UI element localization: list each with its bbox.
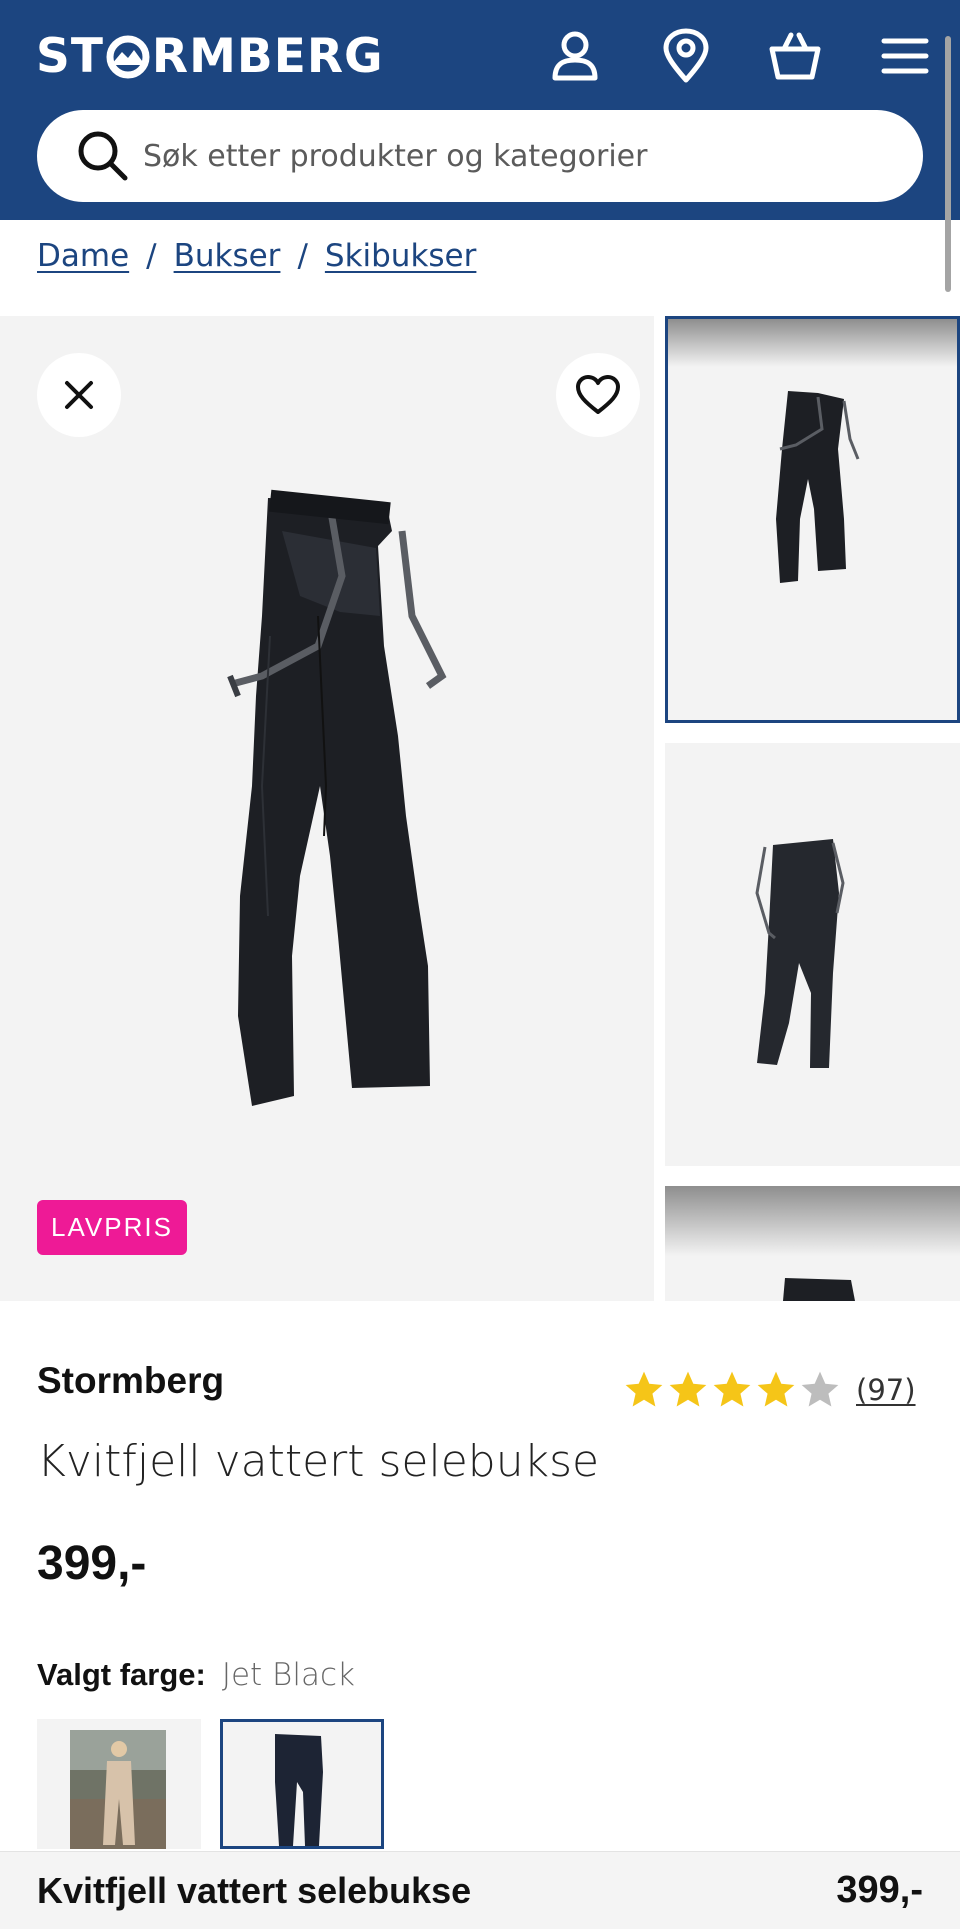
color-swatch-beige-image <box>70 1730 166 1849</box>
thumbnail-pants-back <box>755 839 845 1068</box>
rating-stars <box>622 1368 842 1412</box>
thumbnail-shade <box>668 319 957 367</box>
account-icon[interactable] <box>545 26 605 86</box>
selected-color-value: Jet Black <box>221 1657 355 1693</box>
cart-icon[interactable] <box>765 26 825 86</box>
search-input[interactable] <box>143 138 863 174</box>
gallery-thumbnail-1[interactable] <box>665 316 960 723</box>
ski-pants-image <box>227 489 447 1106</box>
logo-mark-icon <box>106 35 150 79</box>
breadcrumb-separator: / <box>297 238 308 274</box>
gallery-thumbnail-2[interactable] <box>665 743 960 1166</box>
heart-icon <box>576 375 620 414</box>
sticky-product-name: Kvitfjell vattert selebukse <box>37 1869 472 1911</box>
page-scrollbar[interactable] <box>945 36 951 292</box>
gallery-thumbnail-3[interactable] <box>665 1186 960 1301</box>
thumbnail-pants-front <box>776 391 860 583</box>
logo-text-start: ST <box>36 28 104 84</box>
selected-color: Valgt farge: Jet Black <box>37 1657 355 1693</box>
logo-text-end: RMBERG <box>151 28 384 84</box>
product-title: Kvitfjell vattert selebukse <box>37 1436 600 1487</box>
breadcrumb-link-bukser[interactable]: Bukser <box>174 238 281 274</box>
color-swatch-beige[interactable] <box>37 1719 201 1849</box>
breadcrumb-link-dame[interactable]: Dame <box>37 238 129 274</box>
star-filled-icon <box>757 1371 795 1407</box>
sticky-product-price: 399,- <box>836 1869 923 1911</box>
color-swatch-jet-black-image <box>275 1734 323 1846</box>
search-icon <box>78 131 128 181</box>
search-bar[interactable] <box>37 110 923 202</box>
product-price: 399,- <box>37 1537 147 1590</box>
breadcrumb: Dame / Bukser / Skibukser <box>37 236 476 276</box>
star-filled-icon <box>625 1371 663 1407</box>
breadcrumb-link-skibukser[interactable]: Skibukser <box>325 238 477 274</box>
close-gallery-button[interactable] <box>37 353 121 437</box>
stormberg-logo[interactable]: ST RMBERG <box>36 28 384 84</box>
product-rating[interactable]: (97) <box>622 1368 916 1412</box>
star-filled-icon <box>669 1371 707 1407</box>
star-filled-icon <box>713 1371 751 1407</box>
site-header: ST RMBERG <box>0 0 960 220</box>
lavpris-badge: LAVPRIS <box>37 1200 187 1255</box>
product-main-image[interactable] <box>0 316 654 1301</box>
store-locator-icon[interactable] <box>656 26 716 86</box>
selected-color-label: Valgt farge: <box>37 1657 206 1692</box>
color-swatch-jet-black[interactable] <box>220 1719 384 1849</box>
close-icon <box>65 381 93 409</box>
thumbnail-shade <box>665 1186 960 1256</box>
breadcrumb-separator: / <box>146 238 157 274</box>
product-brand: Stormberg <box>37 1360 225 1401</box>
favorite-button[interactable] <box>556 353 640 437</box>
sticky-purchase-bar[interactable]: Kvitfjell vattert selebukse 399,- <box>0 1851 960 1929</box>
review-count-link[interactable]: (97) <box>856 1373 916 1407</box>
star-empty-icon <box>801 1371 839 1407</box>
menu-icon[interactable] <box>875 26 935 86</box>
